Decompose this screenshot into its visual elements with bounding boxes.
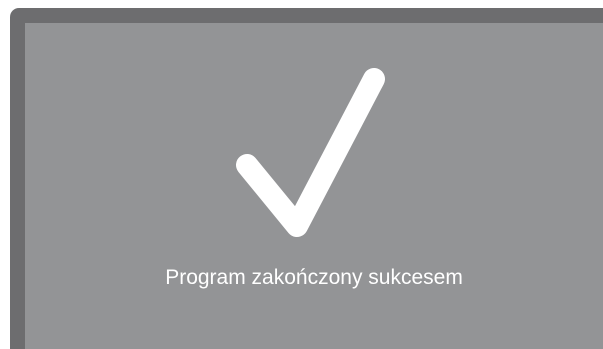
program-completed-message: Program zakończony sukcesem xyxy=(165,266,463,289)
checkmark-icon xyxy=(236,68,385,237)
display-screen: Program zakończony sukcesem xyxy=(25,23,603,349)
